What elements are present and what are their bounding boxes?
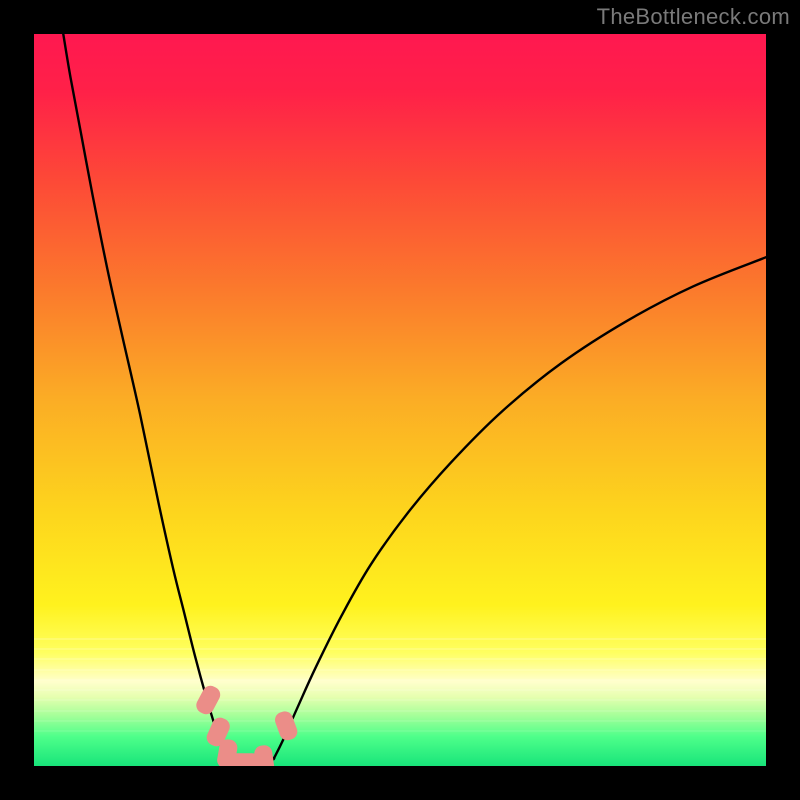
plot-area (34, 34, 766, 766)
watermark-text: TheBottleneck.com (597, 4, 790, 30)
chart-root: TheBottleneck.com (0, 0, 800, 800)
bottleneck-curve (34, 34, 766, 766)
curve-path (63, 34, 766, 765)
